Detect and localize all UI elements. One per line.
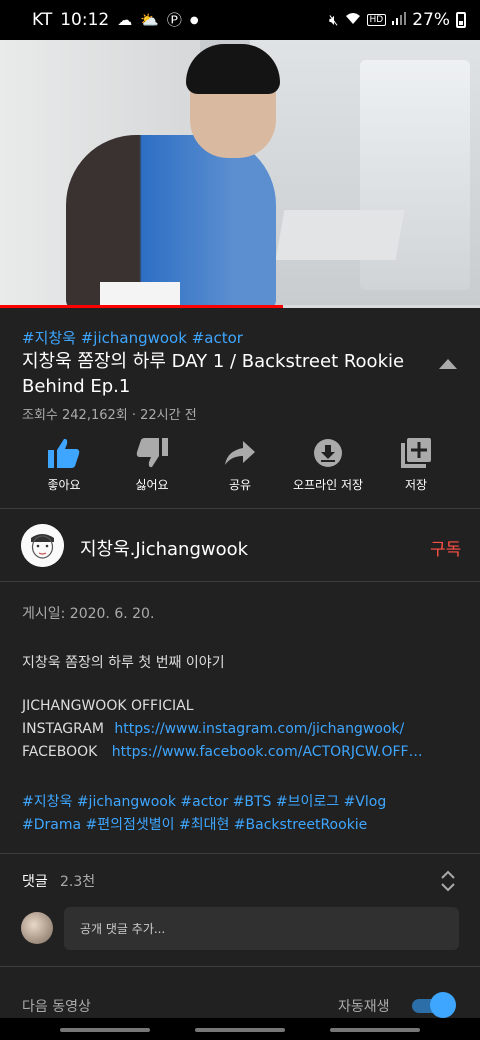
triangle-up-icon [439,359,457,369]
comment-input[interactable]: 공개 댓글 추가... [64,907,459,950]
dislike-label: 싫어요 [135,478,169,492]
divider [0,966,480,967]
divider [0,581,480,582]
offline-save-button[interactable]: 오프라인 저장 [280,436,376,493]
thumbs-down-icon [136,436,168,470]
cloud-icon: ☁ [117,10,133,29]
up-next-label: 다음 동영상 [22,999,91,1015]
add-to-playlist-icon [401,436,431,470]
carrier-label: KT [32,10,53,30]
unfold-icon [441,870,455,892]
nav-recents-button[interactable] [330,1028,420,1032]
expand-comments-button[interactable] [438,870,458,892]
publish-date: 게시일: 2020. 6. 20. [22,606,155,622]
offline-save-label: 오프라인 저장 [292,478,364,492]
facebook-label: FACEBOOK [22,744,98,760]
autoplay-label: 자동재생 [338,999,390,1015]
notification-dot-icon: ● [189,14,199,26]
thumbs-up-icon [48,436,80,470]
share-icon [225,436,255,470]
share-button[interactable]: 공유 [192,436,288,493]
video-meta: 조회수 242,162회 · 22시간 전 [22,408,197,423]
clock: 10:12 [60,10,110,30]
divider [0,508,480,509]
mute-icon: 🔇︎ [329,10,339,29]
signal-icon [392,12,407,28]
system-nav-bar [0,1018,480,1040]
video-frame-keyboard [275,210,405,260]
description-hashtags[interactable]: #Drama #편의점샛별이 #최대현 #BackstreetRookie [22,814,367,834]
channel-name[interactable]: 지창욱.Jichangwook [80,535,248,561]
download-icon [314,436,342,470]
comments-count: 2.3천 [60,874,96,890]
subscribe-button[interactable]: 구독 [430,535,461,560]
share-label: 공유 [228,478,252,492]
action-bar: 좋아요 싫어요 공유 오프라인 저장 저장 [0,436,480,500]
facebook-line: FACEBOOK https://www.facebook.com/ACTORJ… [22,744,423,760]
instagram-label: INSTAGRAM [22,721,104,737]
description-hashtags[interactable]: #지창욱 #jichangwook #actor #BTS #브이로그 #Vlo… [22,791,386,811]
autoplay-toggle[interactable] [410,992,456,1018]
video-hashtags[interactable]: #지창욱 #jichangwook #actor [22,327,243,348]
divider [0,853,480,854]
toggle-knob [430,992,456,1018]
facebook-link[interactable]: https://www.facebook.com/ACTORJCW.OFF… [112,744,423,760]
dislike-button[interactable]: 싫어요 [104,436,200,493]
video-player[interactable] [0,40,480,308]
battery-percent: 27% [412,10,450,30]
description-official: JICHANGWOOK OFFICIAL [22,698,194,714]
instagram-link[interactable]: https://www.instagram.com/jichangwook/ [114,721,404,737]
nav-home-button[interactable] [195,1028,285,1032]
video-title: 지창욱 쫌장의 하루 DAY 1 / Backstreet Rookie Beh… [22,351,405,397]
save-label: 저장 [404,478,428,492]
save-to-playlist-button[interactable]: 저장 [368,436,464,493]
hd-voice-badge: HD [366,14,387,26]
comments-header[interactable]: 댓글 [22,871,48,891]
video-progress-fill [0,305,284,308]
weather-icon: ⛅ [140,10,159,29]
collapse-description-button[interactable] [436,356,460,372]
nav-back-button[interactable] [60,1028,150,1032]
channel-avatar[interactable] [21,524,64,567]
like-button[interactable]: 좋아요 [16,436,112,493]
pinterest-icon: Ⓟ [166,10,182,29]
description-body: 지창욱 쫌장의 하루 첫 번째 이야기 [22,655,225,671]
status-bar: KT 10:12 ☁ ⛅ Ⓟ ● 🔇︎ HD 27% [0,0,480,40]
user-avatar [21,912,53,944]
like-label: 좋아요 [47,478,81,492]
wifi-icon [345,12,361,28]
battery-icon [456,12,466,28]
instagram-line: INSTAGRAM https://www.instagram.com/jich… [22,721,404,737]
